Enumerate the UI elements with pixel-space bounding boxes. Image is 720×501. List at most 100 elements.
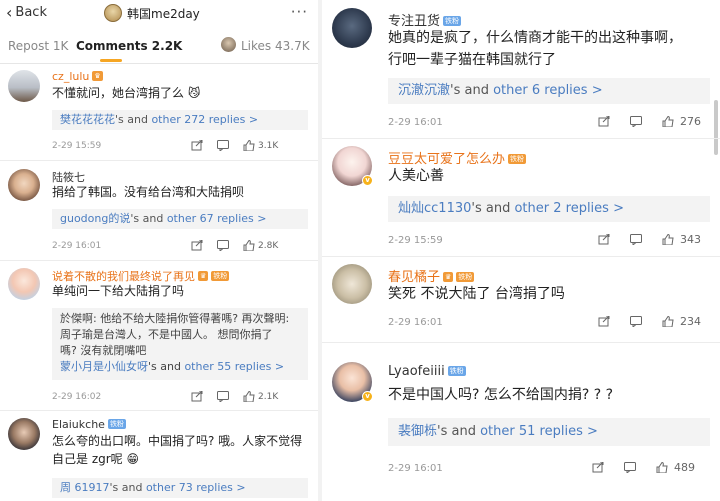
quoted-reply-line: 於傑啊: 他给不给大陸捐你管得著嗎? 再次聲明:: [60, 312, 290, 325]
divider: [322, 342, 720, 343]
reply-preview[interactable]: guodong的说's and other 67 replies >: [52, 209, 308, 229]
avatar[interactable]: [8, 70, 40, 102]
like-icon[interactable]: [662, 316, 674, 327]
page-title-text: 韩国me2day: [127, 6, 200, 21]
reply-preview[interactable]: 灿灿cc1130's and other 2 replies >: [388, 196, 710, 222]
divider: [322, 256, 720, 257]
comment-actions: 489: [592, 461, 695, 474]
share-icon[interactable]: [598, 234, 610, 245]
divider: [0, 260, 318, 261]
share-icon[interactable]: [598, 316, 610, 327]
reply-preview[interactable]: 周 61917's and other 73 replies >: [52, 478, 308, 498]
fan-badge: 铁粉: [211, 271, 230, 281]
chevron-left-icon: ‹: [6, 2, 13, 22]
vip-badge: ♛: [443, 272, 454, 282]
tab-repost[interactable]: Repost 1K: [8, 39, 68, 53]
verified-badge-icon: v: [362, 175, 373, 186]
right-screenshot-panel: 专注丑货 铁粉 她真的是疯了，什么情商才能干的出这种事啊， 行吧一辈子猫在韩国就行…: [322, 0, 720, 501]
comment-timestamp: 2-29 16:01: [388, 317, 443, 328]
share-icon[interactable]: [598, 116, 610, 127]
page-title[interactable]: 韩国me2day: [104, 4, 200, 22]
avatar[interactable]: [332, 264, 372, 304]
back-button[interactable]: ‹ Back: [6, 2, 47, 22]
comment-icon[interactable]: [217, 140, 229, 151]
comment-username[interactable]: Elaiukche 铁粉: [52, 418, 126, 431]
divider: [322, 138, 720, 139]
comment-timestamp: 2-29 16:01: [388, 463, 443, 474]
like-count: 234: [680, 315, 701, 328]
reply-preview[interactable]: 樊花花花花's and other 272 replies >: [52, 110, 308, 130]
avatar[interactable]: [8, 268, 40, 300]
tab-comments[interactable]: Comments 2.2K: [76, 39, 182, 53]
like-icon[interactable]: [662, 116, 674, 127]
comment-timestamp: 2-29 16:02: [52, 392, 102, 402]
avatar[interactable]: [8, 169, 40, 201]
like-count: 276: [680, 115, 701, 128]
tab-likes[interactable]: Likes 43.7K: [241, 39, 310, 53]
comment-icon[interactable]: [217, 240, 229, 251]
share-icon[interactable]: [191, 391, 203, 402]
comment-actions: 234: [598, 315, 701, 328]
comment-actions: 2.8K: [191, 240, 278, 251]
like-icon[interactable]: [662, 234, 674, 245]
comment-text: 怎么夸的出口啊。中国捐了吗? 哦。人家不觉得: [52, 434, 303, 448]
emoji-icon: 😼: [187, 86, 201, 100]
emoji-icon: 😁: [126, 452, 140, 466]
like-icon[interactable]: [243, 391, 255, 402]
like-count: 2.8K: [258, 240, 279, 251]
comment-text: 行吧一辈子猫在韩国就行了: [388, 52, 556, 68]
fan-badge: 铁粉: [508, 154, 527, 164]
comment-text: 她真的是疯了，什么情商才能干的出这种事啊，: [388, 30, 682, 46]
like-count: 3.1K: [258, 140, 279, 151]
comment-text: 人美心善: [388, 168, 444, 184]
avatar: [221, 37, 236, 52]
avatar[interactable]: [332, 8, 372, 48]
reply-preview[interactable]: 裴御栎's and other 51 replies >: [388, 418, 710, 446]
tab-bar: Repost 1K Comments 2.2K Likes 43.7K: [0, 28, 318, 64]
fan-badge: 铁粉: [456, 272, 475, 282]
left-screenshot-panel: ‹ Back 韩国me2day ··· Repost 1K Comments 2…: [0, 0, 318, 501]
comment-timestamp: 2-29 15:59: [52, 141, 102, 151]
share-icon[interactable]: [191, 140, 203, 151]
active-tab-indicator: [100, 59, 122, 62]
vip-badge: ♛: [92, 71, 103, 81]
reply-preview[interactable]: 於傑啊: 他给不给大陸捐你管得著嗎? 再次聲明: 周子瑜是台灣人，不是中國人。 …: [52, 308, 308, 380]
reply-preview[interactable]: 沉澈沉澈's and other 6 replies >: [388, 78, 710, 104]
more-options-icon[interactable]: ···: [291, 3, 308, 21]
comment-text: 单纯问一下给大陆捐了吗: [52, 284, 185, 298]
verified-badge-icon: v: [362, 391, 373, 402]
like-icon[interactable]: [243, 140, 255, 151]
comment-icon[interactable]: [624, 462, 636, 473]
comment-text: 不是中国人吗? 怎么不给国内捐? ? ?: [388, 387, 614, 403]
divider: [0, 410, 318, 411]
like-count: 489: [674, 461, 695, 474]
comment-icon[interactable]: [217, 391, 229, 402]
scrollbar[interactable]: [714, 100, 718, 155]
share-icon[interactable]: [592, 462, 604, 473]
fan-badge: 铁粉: [107, 419, 126, 429]
comment-actions: 343: [598, 233, 701, 246]
quoted-reply-line: 周子瑜是台灣人，不是中國人。 想問你捐了: [60, 328, 273, 341]
comment-icon[interactable]: [630, 116, 642, 127]
vip-badge: ♛: [198, 271, 209, 281]
comment-text: 自己是 zgr呢 😁: [52, 452, 140, 466]
comment-timestamp: 2-29 16:01: [52, 241, 102, 251]
share-icon[interactable]: [191, 240, 203, 251]
comment-username[interactable]: Lyaofeiiii 铁粉: [388, 364, 466, 379]
comment-actions: 2.1K: [191, 391, 278, 402]
comment-actions: 276: [598, 115, 701, 128]
comment-text: 不懂就问，她台湾捐了么 😼: [52, 86, 201, 100]
like-count: 343: [680, 233, 701, 246]
comment-timestamp: 2-29 16:01: [388, 117, 443, 128]
like-icon[interactable]: [656, 462, 668, 473]
comment-icon[interactable]: [630, 234, 642, 245]
like-icon[interactable]: [243, 240, 255, 251]
avatar: [104, 4, 122, 22]
comment-icon[interactable]: [630, 316, 642, 327]
back-label: Back: [15, 5, 47, 20]
comment-actions: 3.1K: [191, 140, 278, 151]
top-nav-bar: ‹ Back 韩国me2day ···: [0, 0, 318, 28]
fan-badge: 铁粉: [443, 16, 462, 26]
avatar[interactable]: [8, 418, 40, 450]
comment-username[interactable]: cz_lulu ♛: [52, 70, 103, 83]
